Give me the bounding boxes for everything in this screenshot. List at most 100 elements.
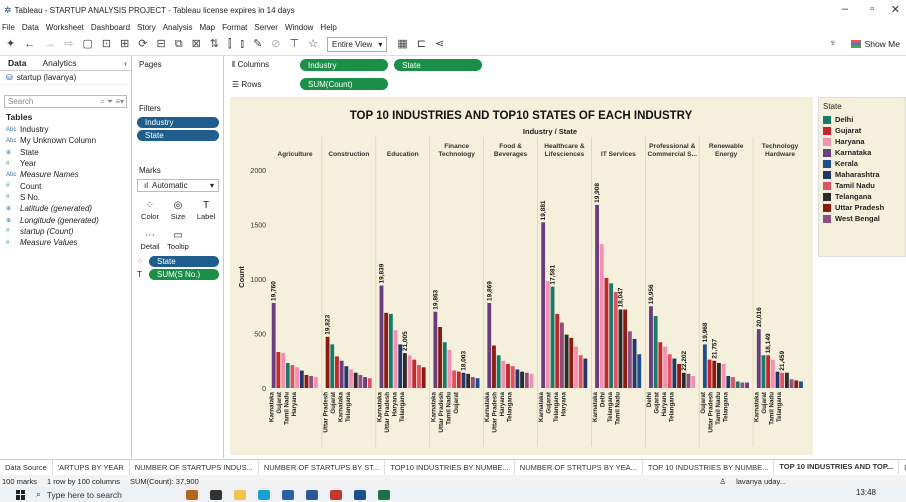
tableau-taskbar-icon[interactable] bbox=[354, 489, 366, 500]
edge-icon[interactable] bbox=[258, 489, 270, 500]
filter-pill-state[interactable]: State bbox=[137, 130, 219, 141]
menu-item-data[interactable]: Data bbox=[22, 23, 39, 32]
field-item[interactable]: # Measure Values bbox=[0, 237, 131, 248]
fit-view-select[interactable]: Entire View ▾ bbox=[326, 37, 388, 52]
legend-item[interactable]: Gujarat bbox=[819, 125, 905, 136]
pause-icon[interactable]: ⊟ bbox=[157, 39, 166, 50]
filter-icon[interactable]: ♆ bbox=[829, 38, 837, 49]
datasource-item[interactable]: ⛁ startup (lavanya) bbox=[0, 71, 131, 85]
clear-icon[interactable]: ⊠ bbox=[192, 39, 201, 50]
field-item[interactable]: # Year bbox=[0, 158, 131, 169]
field-item[interactable]: ⊕ State bbox=[0, 147, 131, 158]
highlight-icon[interactable]: ✎ bbox=[253, 39, 262, 50]
legend-item[interactable]: Uttar Pradesh bbox=[819, 202, 905, 213]
taskbar-search[interactable]: ⌕ Type here to search bbox=[36, 487, 186, 502]
sheet-tab[interactable]: NUMBER OF STRTUPS BY YEA... bbox=[515, 459, 643, 476]
share-icon[interactable]: ⋖ bbox=[435, 39, 444, 50]
menu-item-analysis[interactable]: Analysis bbox=[163, 23, 193, 32]
menu-item-file[interactable]: File bbox=[2, 23, 15, 32]
menu-item-window[interactable]: Window bbox=[285, 23, 313, 32]
file-explorer-icon[interactable] bbox=[234, 489, 246, 500]
color-button[interactable]: ⁘ Color bbox=[137, 198, 163, 222]
word-icon[interactable] bbox=[306, 489, 318, 500]
tab-analytics[interactable]: Analytics bbox=[34, 58, 84, 68]
menu-item-server[interactable]: Server bbox=[254, 23, 278, 32]
save-icon[interactable]: ▢ bbox=[82, 39, 92, 50]
app-icon-1[interactable] bbox=[186, 489, 198, 500]
legend-item[interactable]: Kerala bbox=[819, 158, 905, 169]
legend-item[interactable]: West Bengal bbox=[819, 213, 905, 224]
filter-pill-industry[interactable]: Industry bbox=[137, 117, 219, 128]
columns-pill-industry[interactable]: Industry bbox=[300, 59, 388, 71]
new-datasource-tab-icon[interactable]: ⊞ bbox=[899, 460, 906, 476]
collapse-pane-icon[interactable]: ‹ bbox=[116, 58, 131, 68]
field-item[interactable]: Abc Industry bbox=[0, 124, 131, 135]
tab-data-source[interactable]: Data Source bbox=[0, 459, 53, 476]
back-arrow-icon[interactable]: ← bbox=[24, 39, 35, 50]
mark-pill-sum-sno[interactable]: SUM(S No.) bbox=[149, 269, 219, 280]
label-button[interactable]: T Label bbox=[193, 198, 219, 222]
show-me-button[interactable]: ♆ Show Me bbox=[829, 38, 900, 49]
field-item[interactable]: # S No. bbox=[0, 192, 131, 203]
menu-item-dashboard[interactable]: Dashboard bbox=[91, 23, 130, 32]
legend-item[interactable]: Karnataka bbox=[819, 147, 905, 158]
menu-item-format[interactable]: Format bbox=[222, 23, 247, 32]
pin-icon[interactable]: ☆ bbox=[308, 39, 318, 50]
legend-item[interactable]: Maharashtra bbox=[819, 169, 905, 180]
field-item[interactable]: # Count bbox=[0, 180, 131, 191]
mark-type-select[interactable]: ıl Automatic ▾ bbox=[137, 179, 219, 192]
field-item[interactable]: Abc Measure Names bbox=[0, 169, 131, 180]
legend-item[interactable]: Tamil Nadu bbox=[819, 180, 905, 191]
menu-item-help[interactable]: Help bbox=[320, 23, 336, 32]
view-options-icon[interactable]: ≡▾ bbox=[115, 97, 124, 106]
close-icon[interactable]: ✕ bbox=[891, 3, 900, 16]
rows-shelf[interactable]: ☰ Rows SUM(Count) bbox=[226, 77, 394, 91]
sheet-tab[interactable]: NUMBER OF STARTUPS BY ST... bbox=[259, 459, 386, 476]
windows-start-icon[interactable] bbox=[16, 489, 26, 500]
sort-desc-icon[interactable]: ⫾ bbox=[241, 39, 245, 50]
sheet-tab[interactable]: 'ARTUPS BY YEAR bbox=[53, 459, 130, 476]
redo-icon[interactable]: ⇨ bbox=[64, 39, 73, 50]
menu-item-story[interactable]: Story bbox=[137, 23, 156, 32]
sheet-tab[interactable]: TOP 10 INDUSTRIES BY NUMBE... bbox=[643, 459, 775, 476]
sheet-tab[interactable]: TOP 10 INDUSTRIES AND TOP... bbox=[774, 459, 900, 476]
legend-item[interactable]: Haryana bbox=[819, 136, 905, 147]
duplicate-icon[interactable]: ⧉ bbox=[175, 39, 183, 50]
legend-item[interactable]: Telangana bbox=[819, 191, 905, 202]
size-button[interactable]: ◎ Size bbox=[165, 198, 191, 222]
new-datasource-icon[interactable]: ⊡ bbox=[102, 39, 111, 50]
tableau-home-icon[interactable]: ✦ bbox=[6, 39, 15, 50]
status-user[interactable]: lavanya uday... bbox=[736, 477, 786, 486]
field-item[interactable]: ⊕ Longitude (generated) bbox=[0, 214, 131, 225]
excel-icon[interactable] bbox=[378, 489, 390, 500]
swap-icon[interactable]: ⇅ bbox=[210, 39, 219, 50]
legend-item[interactable]: Delhi bbox=[819, 114, 905, 125]
rows-pill-sum-count[interactable]: SUM(Count) bbox=[300, 78, 388, 90]
store-icon[interactable] bbox=[282, 489, 294, 500]
menu-item-worksheet[interactable]: Worksheet bbox=[46, 23, 84, 32]
refresh-icon[interactable]: ⟳ bbox=[138, 39, 147, 50]
group-icon[interactable]: ⊘ bbox=[271, 39, 280, 50]
mark-pill-state[interactable]: State bbox=[149, 256, 219, 267]
tab-data[interactable]: Data bbox=[0, 58, 34, 68]
columns-shelf[interactable]: ⫴ Columns Industry State bbox=[226, 58, 488, 72]
menu-item-map[interactable]: Map bbox=[200, 23, 216, 32]
forward-arrow-icon[interactable]: → bbox=[44, 39, 55, 50]
tooltip-button[interactable]: ▭ Tooltip bbox=[165, 228, 191, 252]
labels-icon[interactable]: ⊤ bbox=[290, 39, 300, 50]
new-worksheet-icon[interactable]: ⊞ bbox=[120, 39, 129, 50]
sheet-tab[interactable]: TOP10 INDUSTRIES BY NUMBE... bbox=[385, 459, 515, 476]
field-item[interactable]: ⊕ Latitude (generated) bbox=[0, 203, 131, 214]
sort-asc-icon[interactable]: ⫿ bbox=[228, 39, 232, 50]
show-cards-icon[interactable]: ▦ bbox=[397, 39, 407, 50]
field-item[interactable]: # startup (Count) bbox=[0, 226, 131, 237]
field-item[interactable]: Abc My Unknown Column bbox=[0, 135, 131, 146]
sheet-tab[interactable]: NUMBER OF STARTUPS INDUS... bbox=[130, 459, 259, 476]
mail-icon[interactable] bbox=[330, 489, 342, 500]
minimize-icon[interactable]: – bbox=[842, 3, 848, 15]
filter-fields-icon[interactable]: ⏷ bbox=[107, 97, 113, 107]
app-icon-2[interactable] bbox=[210, 489, 222, 500]
maximize-icon[interactable]: ▫ bbox=[870, 3, 874, 15]
presentation-icon[interactable]: ⊏ bbox=[417, 39, 426, 50]
columns-pill-state[interactable]: State bbox=[394, 59, 482, 71]
